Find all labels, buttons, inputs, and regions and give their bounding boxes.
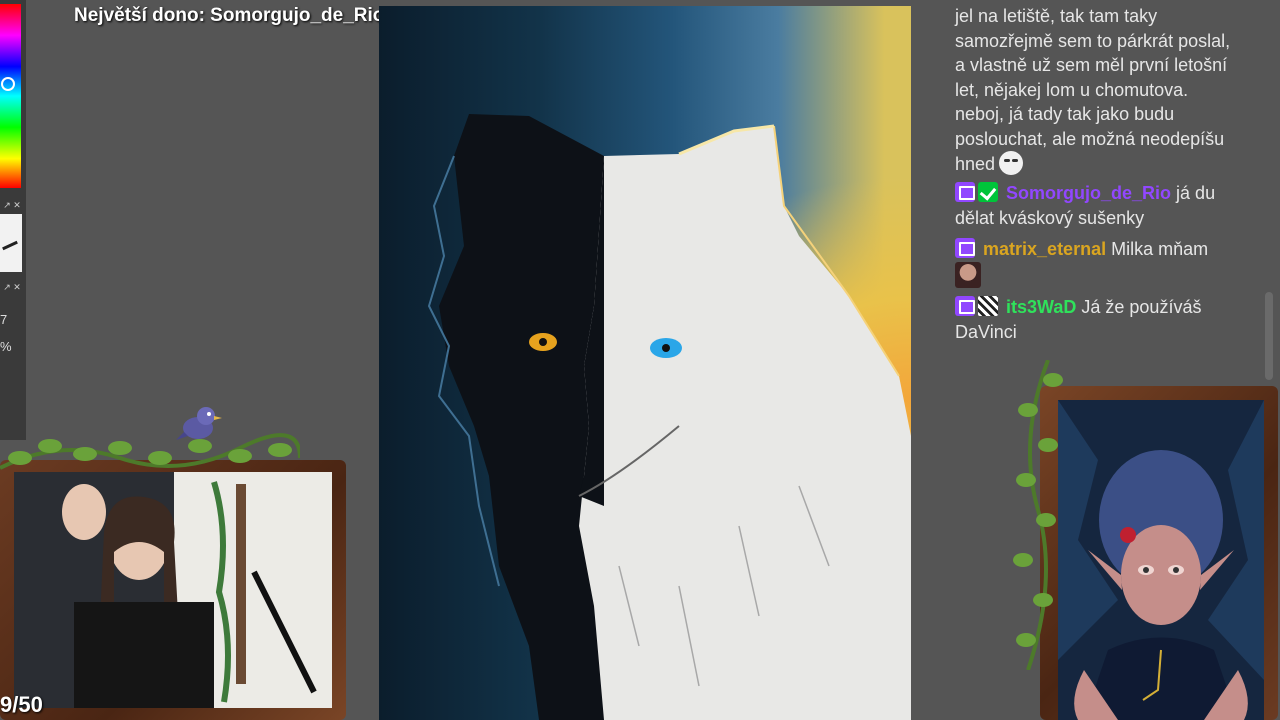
wolf-artwork — [427, 114, 911, 720]
chat-username[interactable]: its3WaD — [1006, 297, 1076, 317]
chat-text: hned — [955, 154, 996, 174]
chat-text: samozřejmě sem to párkrát poslal, — [955, 30, 1231, 51]
chat-text: DaVinci — [955, 321, 1017, 342]
brush-opacity-value: % — [0, 339, 12, 354]
hue-slider[interactable] — [0, 4, 21, 188]
chat-text: jel na letiště, tak tam taky — [955, 6, 1158, 26]
panel-pin-icon[interactable]: ↗ — [2, 200, 12, 210]
chat-message: matrix_eternal Milka mňam — [955, 237, 1270, 288]
qr-badge-icon — [978, 296, 998, 316]
chat-message: its3WaD Já že používáš DaVinci — [955, 295, 1270, 344]
chat-username[interactable]: Somorgujo_de_Rio — [1006, 183, 1171, 203]
twitch-icon — [955, 296, 975, 316]
chat-text: Milka mňam — [1111, 239, 1209, 259]
panel-pin-icon[interactable]: ↗ — [2, 282, 12, 292]
chat-text: let, nějakej lom u chomutova. — [955, 79, 1189, 100]
face-emote-icon — [999, 151, 1024, 175]
streamer-webcam-image — [14, 472, 332, 708]
brush-preview — [0, 214, 22, 272]
hue-slider-handle[interactable] — [1, 77, 15, 91]
chat-message: jel na letiště, tak tam taky samozřejmě … — [955, 4, 1270, 177]
webcam-video — [14, 472, 332, 708]
elf-character-image — [1058, 400, 1264, 720]
chat-text: já du — [1176, 183, 1216, 203]
panel-close-icon[interactable]: ✕ — [12, 200, 22, 210]
chat-text: a vlastně už sem měl první letošní — [955, 55, 1228, 75]
stream-chat: jel na letiště, tak tam taky samozřejmě … — [955, 0, 1270, 350]
chat-text: neboj, já tady tak jako budu — [955, 104, 1175, 124]
twitch-icon — [955, 238, 975, 258]
webcam-frame — [0, 460, 346, 720]
panel-close-icon[interactable]: ✕ — [12, 282, 22, 292]
chat-username[interactable]: matrix_eternal — [983, 239, 1106, 259]
goal-counter: 9/50 — [0, 692, 43, 717]
brush-size-value: 7 — [0, 312, 8, 327]
checkmark-badge-icon — [978, 182, 998, 202]
vine-decoration — [0, 433, 300, 470]
bird-sticker — [176, 407, 222, 440]
vine-decoration — [1013, 360, 1063, 670]
chat-text: Já že používáš — [1081, 297, 1202, 317]
chat-text: poslouchat, ale možná neodepíšu — [955, 128, 1225, 149]
paint-tool-panel: ↗ ✕ ↗ ✕ 7 % — [0, 0, 26, 440]
chat-message: Somorgujo_de_Rio já du dělat kváskový su… — [955, 181, 1270, 230]
chat-scrollbar[interactable] — [1265, 292, 1273, 380]
twitch-icon — [955, 182, 975, 202]
drawing-canvas[interactable] — [379, 6, 911, 720]
chat-text: dělat kváskový sušenky — [955, 207, 1145, 228]
avatar-emote-icon — [955, 261, 981, 288]
character-portrait — [1058, 400, 1264, 720]
